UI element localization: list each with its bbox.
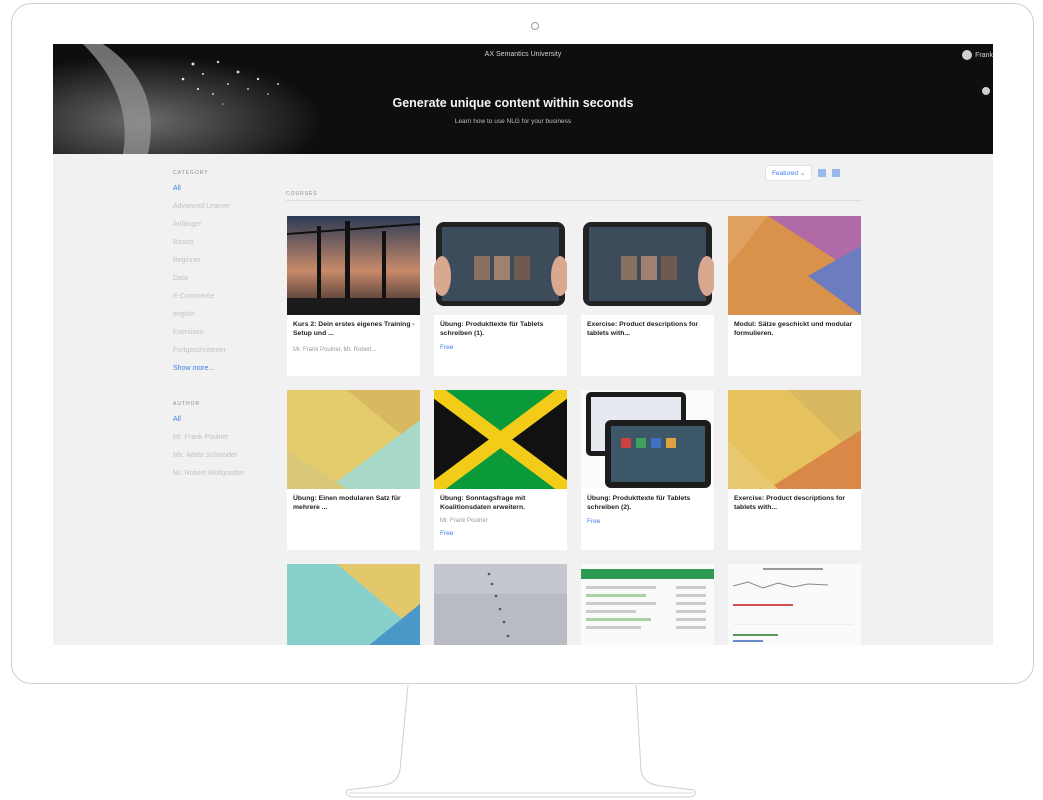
price-label: Free	[587, 518, 601, 525]
camera-dot	[531, 22, 539, 30]
course-thumbnail	[728, 216, 861, 315]
category-item[interactable]: E-Commerce	[173, 293, 273, 311]
course-thumbnail	[434, 216, 567, 315]
course-thumbnail	[287, 216, 420, 315]
settings-icon[interactable]	[982, 87, 990, 95]
course-card[interactable]	[287, 564, 420, 645]
avatar	[962, 50, 973, 60]
category-item-all[interactable]: All	[173, 185, 273, 203]
university-name: AX Semantics University	[484, 51, 562, 58]
course-card[interactable]: Modul: Sätze geschickt und modular formu…	[728, 216, 861, 376]
list-view-icon[interactable]	[832, 169, 841, 177]
course-card[interactable]: Übung: Produkttexte für Tablets schreibe…	[434, 216, 567, 376]
grid-view-icon[interactable]	[818, 169, 827, 177]
section-label: COURSES	[286, 191, 318, 197]
course-thumbnail	[728, 390, 861, 489]
category-item[interactable]: Basics	[173, 239, 273, 257]
divider	[286, 200, 862, 201]
course-title: Modul: Sätze geschickt und modular formu…	[734, 321, 853, 337]
course-title: Kurs 2: Dein erstes eigenes Training - S…	[293, 321, 415, 337]
course-author: Mr. Frank Poulner	[440, 518, 488, 524]
author-item[interactable]: Mr. Frank Poulner	[173, 434, 273, 452]
course-title: Übung: Produkttexte für Tablets schreibe…	[587, 495, 691, 511]
category-item[interactable]: english	[173, 311, 273, 329]
course-title: Exercise: Product descriptions for table…	[587, 321, 699, 337]
category-item[interactable]: Fortgeschrittener	[173, 347, 273, 365]
account-name: Frank	[975, 51, 993, 59]
price-label: Free	[440, 530, 454, 537]
hero-title: Generate unique content within seconds	[392, 96, 634, 110]
course-card[interactable]: Exercise: Product descriptions for table…	[581, 216, 714, 376]
course-thumbnail	[287, 390, 420, 489]
app-screen: AX Semantics University Frank Generate u…	[53, 44, 993, 645]
course-thumbnail	[581, 390, 714, 489]
course-card[interactable]: Exercise: Product descriptions for table…	[728, 390, 861, 550]
course-thumbnail	[728, 564, 861, 645]
course-title: Exercise: Product descriptions for table…	[734, 495, 846, 511]
hero-subtitle: Learn how to use NLG for your business	[454, 118, 572, 125]
view-toolbar: Featured ⌄	[765, 165, 841, 181]
course-title: Übung: Einen modularen Satz für mehrere …	[293, 495, 401, 511]
course-thumbnail	[434, 390, 567, 489]
course-card[interactable]: Übung: Produkttexte für Tablets schreibe…	[581, 390, 714, 550]
author-item-all[interactable]: All	[173, 416, 273, 434]
sort-label: Featured	[772, 170, 799, 177]
course-thumbnail	[581, 564, 714, 645]
course-card[interactable]	[434, 564, 567, 645]
category-heading: CATEGORY	[173, 170, 209, 176]
hero-banner: AX Semantics University Frank Generate u…	[53, 44, 993, 154]
category-item[interactable]: Exercises	[173, 329, 273, 347]
author-item[interactable]: Ms. Adela Schneider	[173, 452, 273, 470]
filter-sidebar: CATEGORY All Advanced Learner Anfänger B…	[173, 170, 273, 496]
category-item[interactable]: Beginner	[173, 257, 273, 275]
author-item[interactable]: Mr. Robert Wolfgrastler	[173, 470, 273, 496]
show-more-link[interactable]: Show more...	[173, 365, 273, 383]
account-menu[interactable]: Frank	[962, 50, 993, 60]
category-item[interactable]: Data	[173, 275, 273, 293]
course-card[interactable]	[581, 564, 714, 645]
course-card[interactable]	[728, 564, 861, 645]
course-thumbnail	[581, 216, 714, 315]
category-item[interactable]: Advanced Learner	[173, 203, 273, 221]
author-heading: AUTHOR	[173, 401, 201, 407]
course-card[interactable]: Übung: Sonntagsfrage mit Koalitionsdaten…	[434, 390, 567, 550]
course-title: Übung: Produkttexte für Tablets schreibe…	[440, 321, 544, 337]
course-thumbnail	[287, 564, 420, 645]
price-label: Free	[440, 344, 454, 351]
course-author: Mr. Frank Poulner, Mr. Robert...	[293, 347, 377, 353]
category-item[interactable]: Anfänger	[173, 221, 273, 239]
course-title: Übung: Sonntagsfrage mit Koalitionsdaten…	[440, 495, 526, 511]
course-thumbnail	[434, 564, 567, 645]
sort-dropdown[interactable]: Featured ⌄	[765, 165, 813, 181]
course-card[interactable]: Übung: Einen modularen Satz für mehrere …	[287, 390, 420, 550]
course-card[interactable]: Kurs 2: Dein erstes eigenes Training - S…	[287, 216, 420, 376]
